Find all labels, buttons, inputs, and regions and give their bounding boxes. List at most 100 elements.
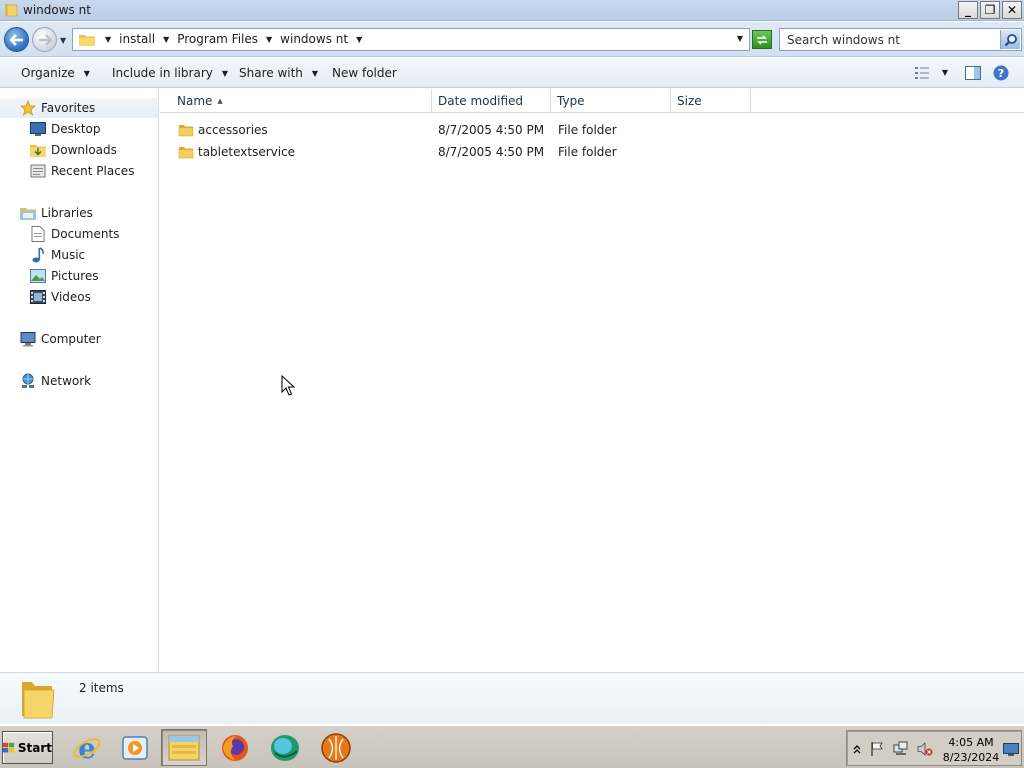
chevron-up-icon bbox=[853, 745, 861, 754]
window-title: windows nt bbox=[23, 3, 91, 17]
taskbar-file-explorer[interactable] bbox=[161, 729, 207, 766]
network-status-icon[interactable] bbox=[893, 741, 909, 757]
change-view-button[interactable] bbox=[913, 64, 931, 81]
file-row[interactable]: tabletextservice 8/7/2005 4:50 PM File f… bbox=[172, 142, 672, 162]
file-name: tabletextservice bbox=[198, 145, 296, 159]
search-box[interactable] bbox=[779, 28, 1022, 51]
nav-music[interactable]: Music bbox=[30, 247, 85, 263]
forward-button[interactable] bbox=[32, 27, 57, 52]
back-button[interactable] bbox=[4, 27, 29, 52]
libraries-icon bbox=[20, 205, 36, 221]
preview-pane-icon bbox=[965, 65, 981, 80]
folder-icon bbox=[5, 4, 18, 17]
help-icon: ? bbox=[993, 65, 1009, 80]
system-tray: 4:05 AM 8/23/2024 bbox=[846, 730, 1022, 766]
internet-explorer-icon: e bbox=[73, 733, 101, 763]
show-desktop-icon[interactable] bbox=[1003, 741, 1019, 757]
share-with-menu[interactable]: Share with ▼ bbox=[239, 66, 318, 80]
volume-muted-icon[interactable] bbox=[917, 741, 933, 757]
chevron-down-icon[interactable]: ▼ bbox=[260, 35, 278, 44]
clock[interactable]: 4:05 AM 8/23/2024 bbox=[939, 735, 1003, 765]
preview-pane-button[interactable] bbox=[963, 64, 983, 81]
help-button[interactable]: ? bbox=[991, 64, 1011, 81]
taskbar-firefox[interactable] bbox=[212, 729, 258, 766]
column-header-size[interactable]: Size bbox=[671, 89, 751, 113]
close-button[interactable]: ✕ bbox=[1002, 1, 1022, 19]
nav-downloads[interactable]: Downloads bbox=[30, 142, 117, 158]
organize-label: Organize bbox=[21, 66, 75, 80]
column-header-date-modified[interactable]: Date modified bbox=[432, 89, 551, 113]
chevron-down-icon: ▼ bbox=[83, 69, 90, 78]
nav-libraries[interactable]: Libraries bbox=[20, 205, 93, 221]
item-count: 2 items bbox=[79, 681, 124, 695]
desktop-icon bbox=[30, 121, 46, 137]
search-button[interactable] bbox=[1000, 30, 1020, 49]
search-icon bbox=[1004, 33, 1017, 46]
nav-documents[interactable]: Documents bbox=[30, 226, 119, 242]
nav-computer-label: Computer bbox=[41, 332, 101, 346]
file-type: File folder bbox=[558, 123, 617, 137]
column-name-label: Name bbox=[177, 94, 213, 108]
refresh-icon bbox=[757, 34, 767, 45]
clock-time: 4:05 AM bbox=[948, 736, 994, 749]
show-hidden-icons-button[interactable] bbox=[849, 741, 865, 757]
restore-button[interactable]: ❐ bbox=[980, 1, 1000, 19]
breadcrumb-windows-nt[interactable]: windows nt bbox=[278, 32, 350, 46]
view-options-dropdown-icon[interactable]: ▼ bbox=[939, 64, 951, 81]
nav-computer[interactable]: Computer bbox=[20, 331, 101, 347]
navigation-pane: Favorites Desktop Downloads Recent Place… bbox=[0, 89, 159, 671]
nav-desktop[interactable]: Desktop bbox=[30, 121, 101, 137]
address-row: ▼ ▼ install ▼ Program Files ▼ windows nt… bbox=[0, 22, 1024, 57]
nav-documents-label: Documents bbox=[51, 227, 120, 241]
taskbar-installer[interactable] bbox=[313, 729, 359, 766]
nav-favorites-label: Favorites bbox=[41, 101, 96, 115]
recent-places-icon bbox=[30, 163, 46, 179]
sort-ascending-icon: ▲ bbox=[217, 97, 223, 105]
minimize-button[interactable]: _ bbox=[958, 1, 978, 19]
folder-icon bbox=[178, 147, 194, 159]
nav-favorites[interactable]: Favorites bbox=[20, 100, 95, 116]
nav-videos[interactable]: Videos bbox=[30, 289, 91, 305]
address-history-dropdown-icon[interactable]: ▼ bbox=[737, 34, 743, 43]
title-bar[interactable]: windows nt _ ❐ ✕ bbox=[0, 0, 1024, 21]
computer-icon bbox=[20, 331, 36, 347]
organize-menu[interactable]: Organize ▼ bbox=[21, 66, 90, 80]
search-input[interactable] bbox=[780, 29, 1000, 50]
nav-music-label: Music bbox=[51, 248, 86, 262]
column-header-name[interactable]: Name ▲ bbox=[171, 89, 432, 113]
file-date-modified: 8/7/2005 4:50 PM bbox=[438, 145, 545, 159]
chevron-down-icon[interactable]: ▼ bbox=[350, 35, 368, 44]
nav-network[interactable]: Network bbox=[20, 373, 91, 389]
share-with-label: Share with bbox=[239, 66, 303, 80]
address-bar[interactable]: ▼ install ▼ Program Files ▼ windows nt ▼… bbox=[72, 28, 750, 51]
breadcrumb-install[interactable]: install bbox=[117, 32, 157, 46]
breadcrumb-program-files[interactable]: Program Files bbox=[175, 32, 260, 46]
videos-icon bbox=[30, 289, 46, 305]
chevron-down-icon[interactable]: ▼ bbox=[157, 35, 175, 44]
taskbar-media-player[interactable] bbox=[112, 729, 158, 766]
network-icon bbox=[20, 373, 36, 389]
star-icon bbox=[20, 100, 36, 116]
action-center-flag-icon[interactable] bbox=[869, 741, 885, 757]
details-view-icon bbox=[915, 66, 929, 79]
file-date-modified: 8/7/2005 4:50 PM bbox=[438, 123, 545, 137]
column-header-row: Name ▲ Date modified Type Size bbox=[160, 89, 1024, 113]
nav-pictures[interactable]: Pictures bbox=[30, 268, 99, 284]
refresh-button[interactable] bbox=[752, 30, 772, 49]
nav-pictures-label: Pictures bbox=[51, 269, 99, 283]
documents-icon bbox=[30, 226, 46, 242]
include-in-library-menu[interactable]: Include in library ▼ bbox=[112, 66, 228, 80]
taskbar-internet-explorer[interactable]: e bbox=[64, 729, 110, 766]
nav-libraries-label: Libraries bbox=[41, 206, 93, 220]
file-name: accessories bbox=[198, 123, 268, 137]
firefox-icon bbox=[222, 734, 248, 761]
taskbar-browser[interactable] bbox=[262, 729, 308, 766]
column-header-type[interactable]: Type bbox=[551, 89, 671, 113]
breadcrumb-root-arrow-icon[interactable]: ▼ bbox=[99, 35, 117, 44]
installer-icon bbox=[321, 732, 351, 763]
start-button[interactable]: Start bbox=[2, 731, 53, 764]
nav-recent-places[interactable]: Recent Places bbox=[30, 163, 134, 179]
new-folder-button[interactable]: New folder bbox=[332, 66, 397, 80]
file-row[interactable]: accessories 8/7/2005 4:50 PM File folder bbox=[172, 120, 672, 140]
recent-pages-dropdown-icon[interactable]: ▼ bbox=[60, 36, 66, 45]
